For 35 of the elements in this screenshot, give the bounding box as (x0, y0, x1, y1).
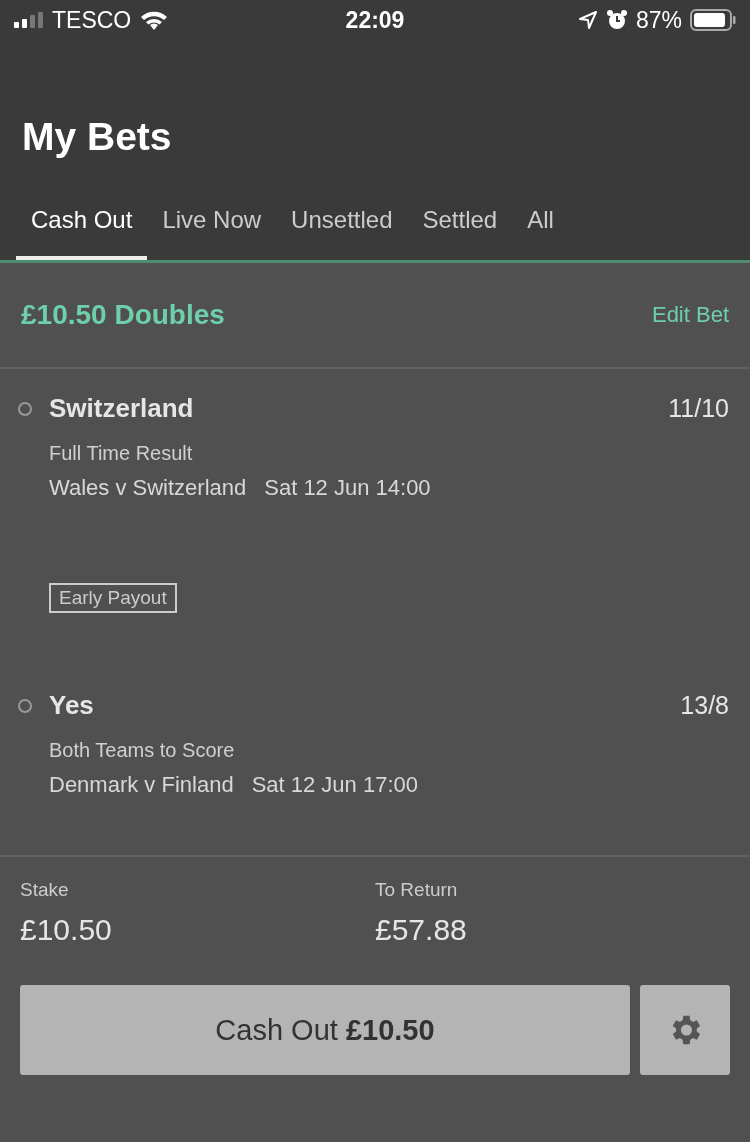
selection-name: Switzerland (49, 393, 195, 424)
early-payout-tag: Early Payout (49, 583, 177, 613)
odds: 11/10 (668, 394, 729, 423)
selection-name: Yes (49, 690, 95, 721)
event-name: Denmark v Finland (49, 772, 234, 798)
status-time: 22:09 (345, 6, 405, 34)
tab[interactable]: Cash Out (16, 206, 148, 260)
status-circle-icon (18, 698, 32, 713)
stake-value: £10.50 (20, 913, 113, 947)
tab[interactable]: Live Now (147, 206, 277, 260)
tab[interactable]: All (512, 206, 569, 260)
event-time: Sat 12 Jun 17:00 (251, 772, 418, 798)
market-name: Both Teams to Score (49, 739, 236, 762)
cash-out-button[interactable]: Cash Out £10.50 (20, 985, 630, 1075)
tab[interactable]: Unsettled (276, 206, 408, 260)
event-time: Sat 12 Jun 14:00 (264, 475, 431, 501)
bet-title: £10.50 Doubles (21, 299, 225, 331)
signal-icon (14, 12, 44, 28)
settings-button[interactable] (640, 985, 730, 1075)
market-name: Full Time Result (49, 442, 194, 465)
return-label: To Return (375, 879, 459, 901)
odds: 13/8 (680, 691, 729, 720)
tab[interactable]: Settled (407, 206, 513, 260)
location-arrow-icon (577, 10, 598, 30)
alarm-clock-icon (605, 9, 628, 31)
edit-bet-link[interactable]: Edit Bet (651, 302, 729, 328)
battery-percent: 87% (635, 6, 682, 34)
page-title: My Bets (21, 114, 173, 160)
return-value: £57.88 (375, 913, 468, 947)
carrier-name: TESCO (52, 6, 132, 34)
event-name: Wales v Switzerland (49, 475, 247, 501)
stake-label: Stake (20, 879, 70, 901)
battery-icon (690, 9, 736, 31)
status-circle-icon (18, 401, 32, 416)
wifi-icon (139, 9, 170, 31)
